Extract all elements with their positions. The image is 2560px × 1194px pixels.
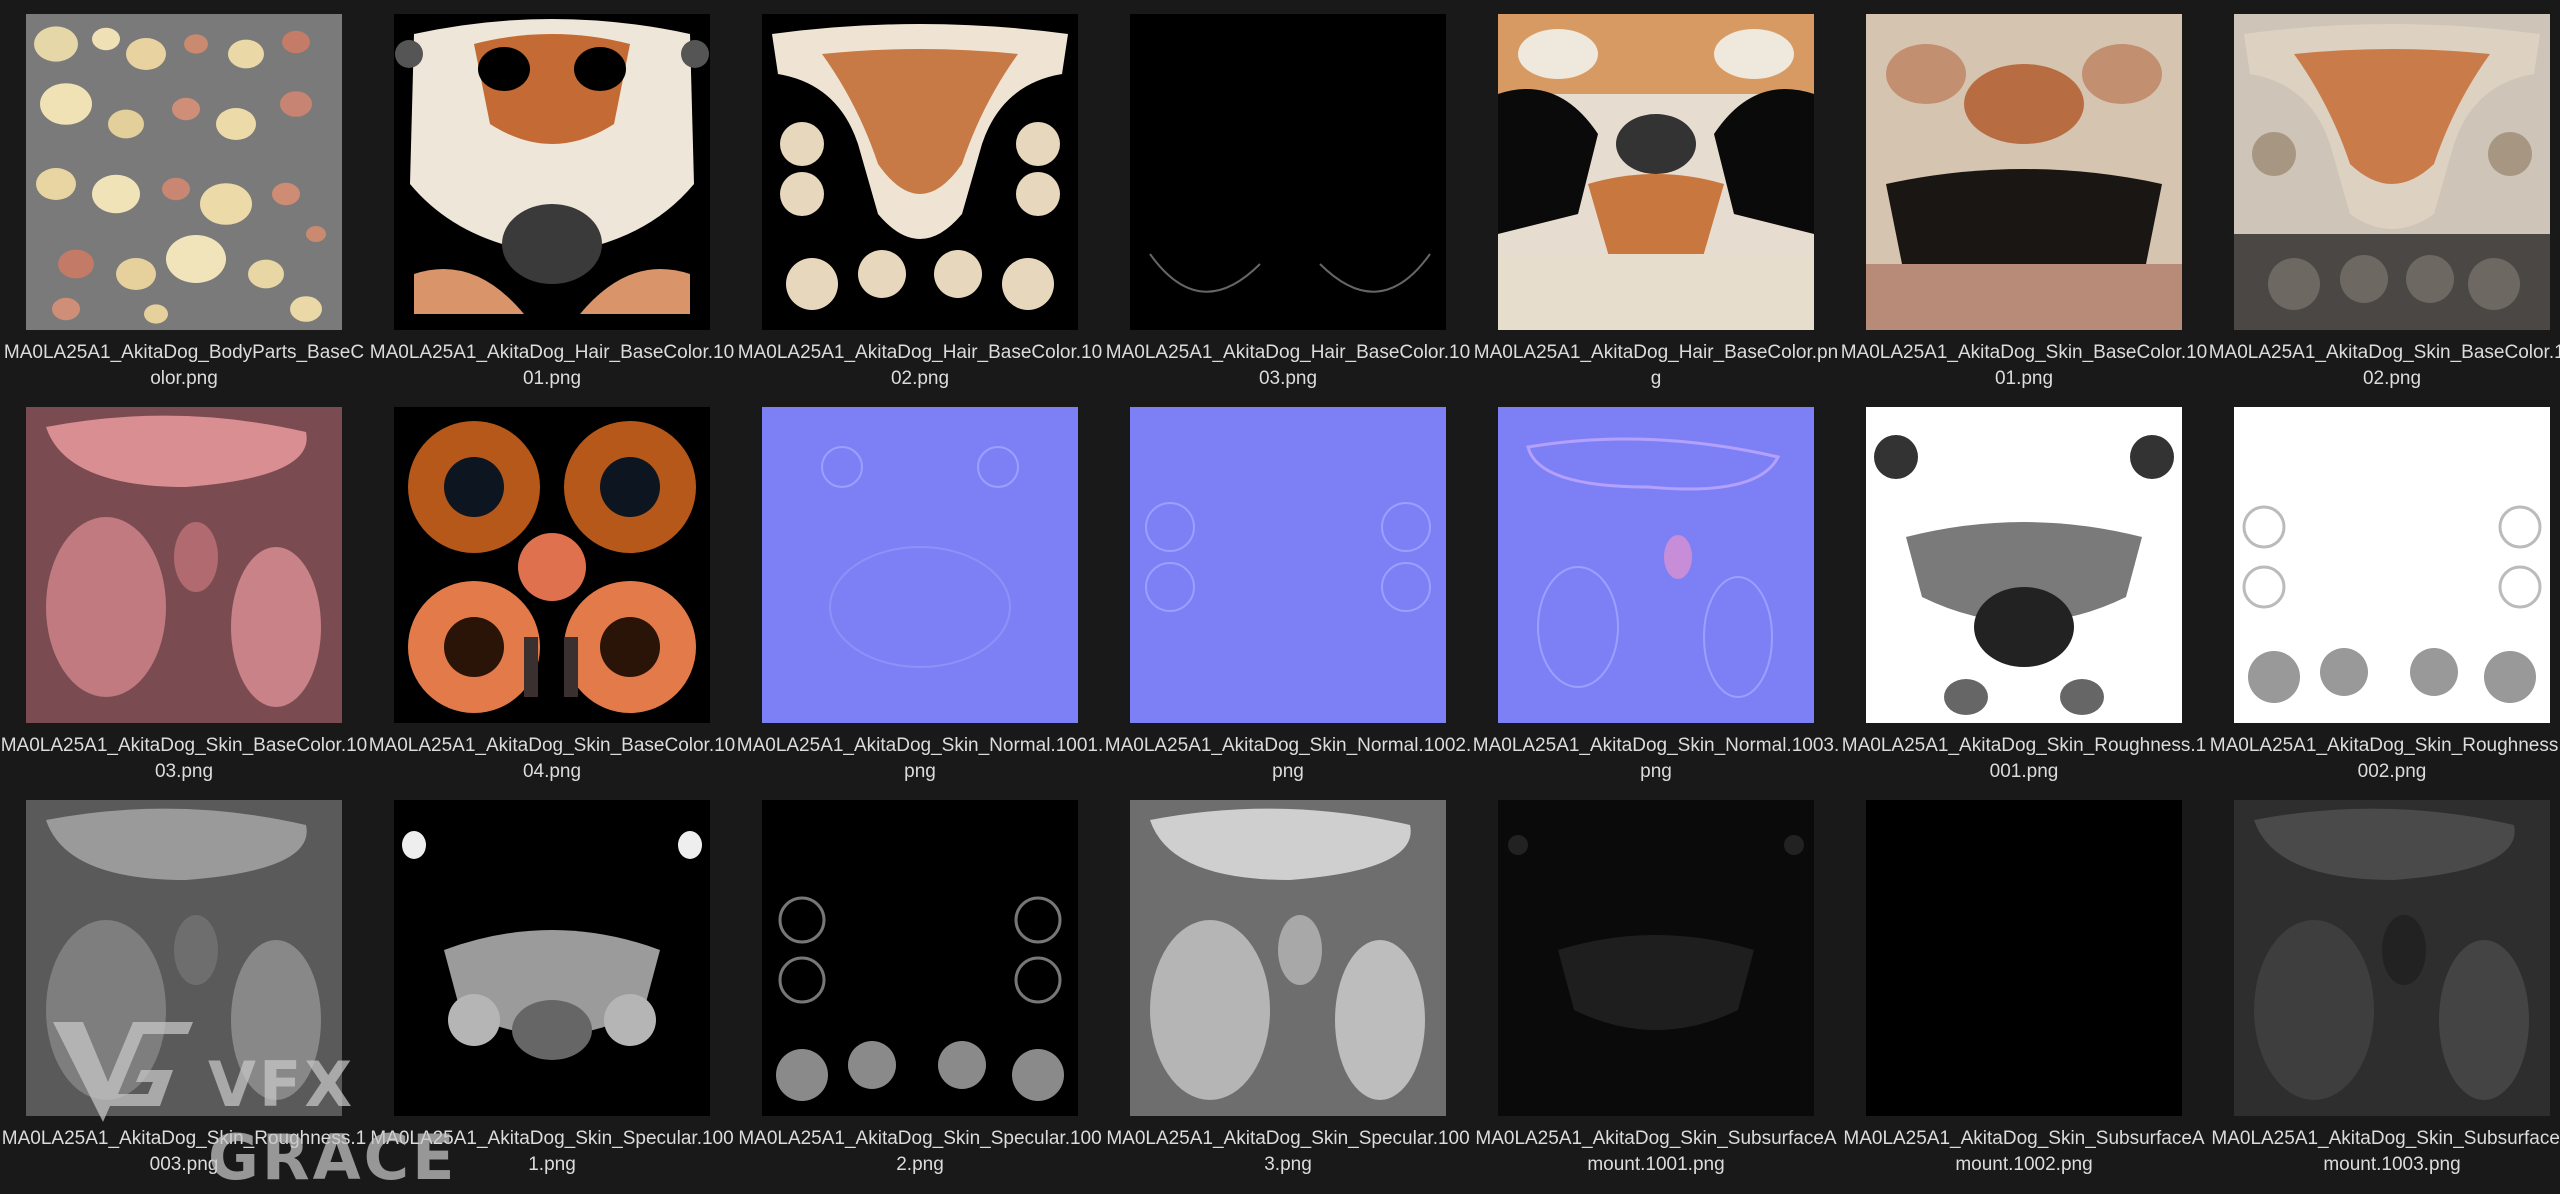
file-thumbnail[interactable] [1866, 407, 2182, 723]
file-item[interactable]: MA0LA25A1_AkitaDog_Skin_SubsurfaceAmount… [1840, 800, 2208, 1180]
file-item[interactable]: MA0LA25A1_AkitaDog_Skin_Specular.1002.pn… [736, 800, 1104, 1180]
file-grid: MA0LA25A1_AkitaDog_BodyParts_BaseColor.p… [0, 0, 2560, 1192]
file-thumbnail[interactable] [762, 800, 1078, 1116]
file-name[interactable]: MA0LA25A1_AkitaDog_Skin_Specular.1002.pn… [736, 1126, 1104, 1178]
texture-preview [2234, 14, 2550, 330]
file-name[interactable]: MA0LA25A1_AkitaDog_Skin_Normal.1002.png [1104, 733, 1472, 785]
file-thumbnail[interactable] [2234, 800, 2550, 1116]
file-name[interactable]: MA0LA25A1_AkitaDog_Skin_Specular.1001.pn… [368, 1126, 736, 1178]
file-thumbnail[interactable] [394, 407, 710, 723]
texture-preview [762, 14, 1078, 330]
file-item[interactable]: MA0LA25A1_AkitaDog_Skin_BaseColor.1003.p… [0, 407, 368, 787]
file-item[interactable]: MA0LA25A1_AkitaDog_BodyParts_BaseColor.p… [0, 14, 368, 394]
file-name[interactable]: MA0LA25A1_AkitaDog_Hair_BaseColor.1003.p… [1104, 340, 1472, 392]
file-item[interactable]: MA0LA25A1_AkitaDog_Skin_Normal.1003.png [1472, 407, 1840, 787]
file-name[interactable]: MA0LA25A1_AkitaDog_Skin_BaseColor.1003.p… [0, 733, 368, 785]
texture-preview [394, 800, 710, 1116]
texture-preview [1866, 14, 2182, 330]
file-thumbnail[interactable] [1130, 14, 1446, 330]
file-thumbnail[interactable] [762, 407, 1078, 723]
file-item[interactable]: MA0LA25A1_AkitaDog_Hair_BaseColor.1001.p… [368, 14, 736, 394]
file-item[interactable]: MA0LA25A1_AkitaDog_Skin_BaseColor.1002.p… [2208, 14, 2560, 394]
file-name[interactable]: MA0LA25A1_AkitaDog_Skin_Roughness.1002.p… [2208, 733, 2560, 785]
file-item[interactable]: MA0LA25A1_AkitaDog_Skin_Normal.1002.png [1104, 407, 1472, 787]
file-item[interactable]: MA0LA25A1_AkitaDog_Skin_Specular.1003.pn… [1104, 800, 1472, 1180]
texture-preview [394, 14, 710, 330]
file-name[interactable]: MA0LA25A1_AkitaDog_BodyParts_BaseColor.p… [0, 340, 368, 392]
file-thumbnail[interactable] [1498, 407, 1814, 723]
texture-preview [1130, 14, 1446, 330]
file-name[interactable]: MA0LA25A1_AkitaDog_Skin_Normal.1001.png [736, 733, 1104, 785]
file-thumbnail[interactable] [1130, 407, 1446, 723]
file-name[interactable]: MA0LA25A1_AkitaDog_Hair_BaseColor.png [1472, 340, 1840, 392]
file-name[interactable]: MA0LA25A1_AkitaDog_Skin_BaseColor.1001.p… [1840, 340, 2208, 392]
file-name[interactable]: MA0LA25A1_AkitaDog_Hair_BaseColor.1002.p… [736, 340, 1104, 392]
texture-preview [26, 14, 342, 330]
texture-preview [1498, 800, 1814, 1116]
file-item[interactable]: MA0LA25A1_AkitaDog_Hair_BaseColor.1002.p… [736, 14, 1104, 394]
texture-preview [1498, 14, 1814, 330]
texture-preview [1130, 800, 1446, 1116]
file-name[interactable]: MA0LA25A1_AkitaDog_Skin_Normal.1003.png [1472, 733, 1840, 785]
file-name[interactable]: MA0LA25A1_AkitaDog_Skin_SubsurfaceAmount… [2208, 1126, 2560, 1178]
texture-preview [2234, 800, 2550, 1116]
texture-preview [1866, 407, 2182, 723]
file-item[interactable]: MA0LA25A1_AkitaDog_Skin_BaseColor.1001.p… [1840, 14, 2208, 394]
texture-preview [1866, 800, 2182, 1116]
file-thumbnail[interactable] [394, 14, 710, 330]
file-item[interactable]: MA0LA25A1_AkitaDog_Skin_Normal.1001.png [736, 407, 1104, 787]
file-thumbnail[interactable] [1130, 800, 1446, 1116]
file-thumbnail[interactable] [394, 800, 710, 1116]
file-thumbnail[interactable] [762, 14, 1078, 330]
file-name[interactable]: MA0LA25A1_AkitaDog_Skin_Roughness.1003.p… [0, 1126, 368, 1178]
texture-preview [1130, 407, 1446, 723]
file-item[interactable]: MA0LA25A1_AkitaDog_Skin_BaseColor.1004.p… [368, 407, 736, 787]
file-item[interactable]: MA0LA25A1_AkitaDog_Skin_Roughness.1003.p… [0, 800, 368, 1180]
file-item[interactable]: MA0LA25A1_AkitaDog_Skin_SubsurfaceAmount… [1472, 800, 1840, 1180]
file-name[interactable]: MA0LA25A1_AkitaDog_Skin_Specular.1003.pn… [1104, 1126, 1472, 1178]
texture-preview [394, 407, 710, 723]
file-thumbnail[interactable] [1866, 14, 2182, 330]
texture-preview [762, 407, 1078, 723]
texture-preview [26, 800, 342, 1116]
file-item[interactable]: MA0LA25A1_AkitaDog_Hair_BaseColor.1003.p… [1104, 14, 1472, 394]
file-item[interactable]: MA0LA25A1_AkitaDog_Skin_Roughness.1001.p… [1840, 407, 2208, 787]
texture-preview [26, 407, 342, 723]
texture-preview [2234, 407, 2550, 723]
file-name[interactable]: MA0LA25A1_AkitaDog_Skin_Roughness.1001.p… [1840, 733, 2208, 785]
file-thumbnail[interactable] [2234, 14, 2550, 330]
file-name[interactable]: MA0LA25A1_AkitaDog_Hair_BaseColor.1001.p… [368, 340, 736, 392]
file-thumbnail[interactable] [26, 800, 342, 1116]
file-thumbnail[interactable] [26, 407, 342, 723]
file-thumbnail[interactable] [2234, 407, 2550, 723]
file-thumbnail[interactable] [26, 14, 342, 330]
file-thumbnail[interactable] [1498, 800, 1814, 1116]
file-item[interactable]: MA0LA25A1_AkitaDog_Skin_Roughness.1002.p… [2208, 407, 2560, 787]
file-name[interactable]: MA0LA25A1_AkitaDog_Skin_BaseColor.1002.p… [2208, 340, 2560, 392]
file-item[interactable]: MA0LA25A1_AkitaDog_Hair_BaseColor.png [1472, 14, 1840, 394]
file-name[interactable]: MA0LA25A1_AkitaDog_Skin_SubsurfaceAmount… [1840, 1126, 2208, 1178]
texture-preview [1498, 407, 1814, 723]
texture-preview [762, 800, 1078, 1116]
file-item[interactable]: MA0LA25A1_AkitaDog_Skin_SubsurfaceAmount… [2208, 800, 2560, 1180]
file-item[interactable]: MA0LA25A1_AkitaDog_Skin_Specular.1001.pn… [368, 800, 736, 1180]
file-thumbnail[interactable] [1866, 800, 2182, 1116]
file-thumbnail[interactable] [1498, 14, 1814, 330]
file-name[interactable]: MA0LA25A1_AkitaDog_Skin_SubsurfaceAmount… [1472, 1126, 1840, 1178]
file-name[interactable]: MA0LA25A1_AkitaDog_Skin_BaseColor.1004.p… [368, 733, 736, 785]
